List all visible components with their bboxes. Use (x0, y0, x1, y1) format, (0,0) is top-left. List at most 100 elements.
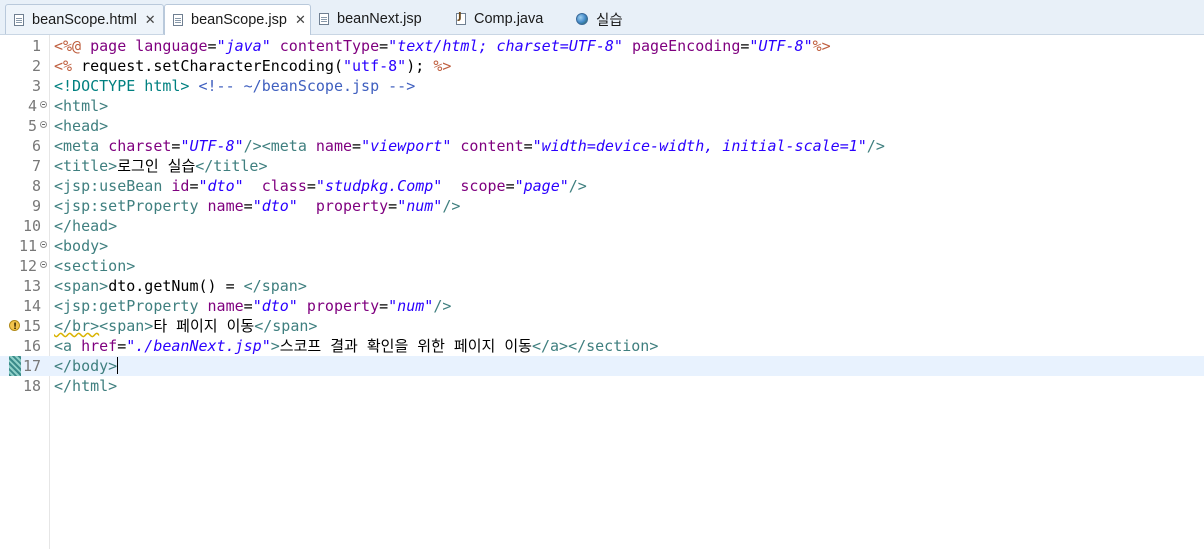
code-line[interactable]: 5 <head> (0, 116, 1204, 136)
fold-toggle-icon[interactable] (40, 241, 47, 248)
code-text: <meta charset="UTF-8"/><meta name="viewp… (54, 136, 885, 156)
tab-comp-java[interactable]: Comp.java (448, 4, 564, 34)
code-line[interactable]: 11 <body> (0, 236, 1204, 256)
code-text: <% request.setCharacterEncoding("utf-8")… (54, 56, 451, 76)
file-icon (14, 13, 24, 26)
line-number: 12 (18, 257, 37, 275)
code-line[interactable]: 18 </html> (0, 376, 1204, 396)
code-token-text: 스코프 결과 확인을 위한 페이지 이동 (279, 337, 532, 355)
code-text: <span>dto.getNum() = </span> (54, 276, 307, 296)
code-token-text: = (379, 37, 389, 55)
code-token-text: = (352, 137, 362, 155)
tab-beanscope-jsp[interactable]: beanScope.jsp ✕ (164, 4, 311, 35)
code-token-tag: </a> (531, 337, 569, 355)
tab-beannext-jsp[interactable]: beanNext.jsp (311, 4, 441, 34)
code-token-tag: <meta (54, 137, 100, 155)
code-token-value: "UTF-8" (749, 37, 813, 55)
code-text: </body> (54, 356, 119, 376)
code-token-attribute: pageEncoding (632, 37, 741, 55)
code-token-attribute: page (90, 37, 127, 55)
line-number: 18 (22, 377, 41, 395)
code-token-text: = (379, 297, 389, 315)
line-number: 13 (22, 277, 41, 295)
code-token-attribute: name (207, 197, 244, 215)
tab-beanscope-html[interactable]: beanScope.html ✕ (5, 4, 164, 34)
code-line[interactable]: 3 <!DOCTYPE html> <!-- ~/beanScope.jsp --… (0, 76, 1204, 96)
code-token-tag: /> (243, 137, 262, 155)
line-number: 2 (31, 57, 41, 75)
code-token-text: request.setCharacterEncoding( (72, 57, 343, 75)
code-token-tag: <span> (99, 317, 154, 335)
code-token-attribute: id (171, 177, 190, 195)
code-token-value: "dto" (252, 197, 298, 215)
tab-web-browser[interactable]: 실습 (568, 4, 648, 34)
code-token-tag: <head> (54, 117, 109, 135)
code-line[interactable]: 7 <title>로그인 실습</title> (0, 156, 1204, 176)
code-line[interactable]: 10 </head> (0, 216, 1204, 236)
code-line[interactable]: 6 <meta charset="UTF-8"/><meta name="view… (0, 136, 1204, 156)
code-line[interactable]: 13 <span>dto.getNum() = </span> (0, 276, 1204, 296)
code-text: <%@ page language="java" contentType="te… (54, 36, 831, 56)
code-token-value: "width=device-width, initial-scale=1" (532, 137, 867, 155)
fold-toggle-icon[interactable] (40, 261, 47, 268)
code-token-tag: /> (433, 297, 452, 315)
code-editor[interactable]: 1 <%@ page language="java" contentType="t… (0, 35, 1204, 549)
code-line[interactable]: 4 <html> (0, 96, 1204, 116)
code-token-value: "UTF-8" (180, 137, 244, 155)
code-token-tag: <body> (54, 237, 109, 255)
line-number: 3 (31, 77, 41, 95)
line-number: 1 (31, 37, 41, 55)
code-text: </head> (54, 216, 117, 236)
code-token-attribute: class (261, 177, 307, 195)
code-token-value: "num" (397, 197, 443, 215)
code-token-attribute: name (315, 137, 353, 155)
code-line[interactable]: 2 <% request.setCharacterEncoding("utf-8"… (0, 56, 1204, 76)
code-text: <section> (54, 256, 135, 276)
code-token-value: "dto" (198, 177, 244, 195)
code-text: <title>로그인 실습</title> (54, 156, 268, 176)
code-token-value: "studpkg.Comp" (315, 177, 443, 195)
line-number: 15 (22, 317, 41, 335)
code-token-text: = (207, 37, 217, 55)
code-line[interactable]: 9 <jsp:setProperty name="dto" property="n… (0, 196, 1204, 216)
code-token-text: 로그인 실습 (117, 157, 196, 175)
code-line[interactable]: 14 <jsp:getProperty name="dto" property="… (0, 296, 1204, 316)
code-line[interactable]: 16 <a href="./beanNext.jsp">스코프 결과 확인을 위한… (0, 336, 1204, 356)
code-line[interactable]: 15 </br><span>타 페이지 이동</span> (0, 316, 1204, 337)
code-text: <jsp:useBean id="dto" class="studpkg.Com… (54, 176, 587, 196)
code-token-tag: <jsp:setProperty (54, 197, 199, 215)
code-token-value: "num" (388, 297, 434, 315)
close-icon[interactable]: ✕ (295, 12, 306, 28)
code-text: <html> (54, 96, 108, 116)
code-text: </html> (54, 376, 117, 396)
java-file-icon (456, 11, 466, 25)
code-token-attribute: language (135, 37, 208, 55)
code-token-text: = (243, 197, 253, 215)
code-token-attribute: content (460, 137, 524, 155)
fold-toggle-icon[interactable] (40, 121, 47, 128)
code-token-text: = (243, 297, 253, 315)
code-token-value: "utf-8" (343, 57, 407, 75)
line-number: 16 (22, 337, 41, 355)
tab-label: beanScope.html (32, 11, 137, 28)
code-token-text: 타 페이지 이동 (153, 317, 255, 335)
code-line[interactable]: 8 <jsp:useBean id="dto" class="studpkg.Co… (0, 176, 1204, 196)
code-token-attribute: name (207, 297, 244, 315)
line-number: 9 (31, 197, 41, 215)
code-token-value: "java" (216, 37, 271, 55)
close-icon[interactable]: ✕ (145, 12, 156, 28)
code-line[interactable]: 1 <%@ page language="java" contentType="t… (0, 36, 1204, 56)
code-token-attribute: href (81, 337, 118, 355)
editor-tab-bar: beanScope.html ✕ beanScope.jsp ✕ beanNex… (0, 0, 1204, 35)
code-line[interactable]: 17 </body> (0, 356, 1204, 376)
code-line[interactable]: 12 <section> (0, 256, 1204, 276)
text-caret (117, 357, 119, 374)
fold-toggle-icon[interactable] (40, 101, 47, 108)
